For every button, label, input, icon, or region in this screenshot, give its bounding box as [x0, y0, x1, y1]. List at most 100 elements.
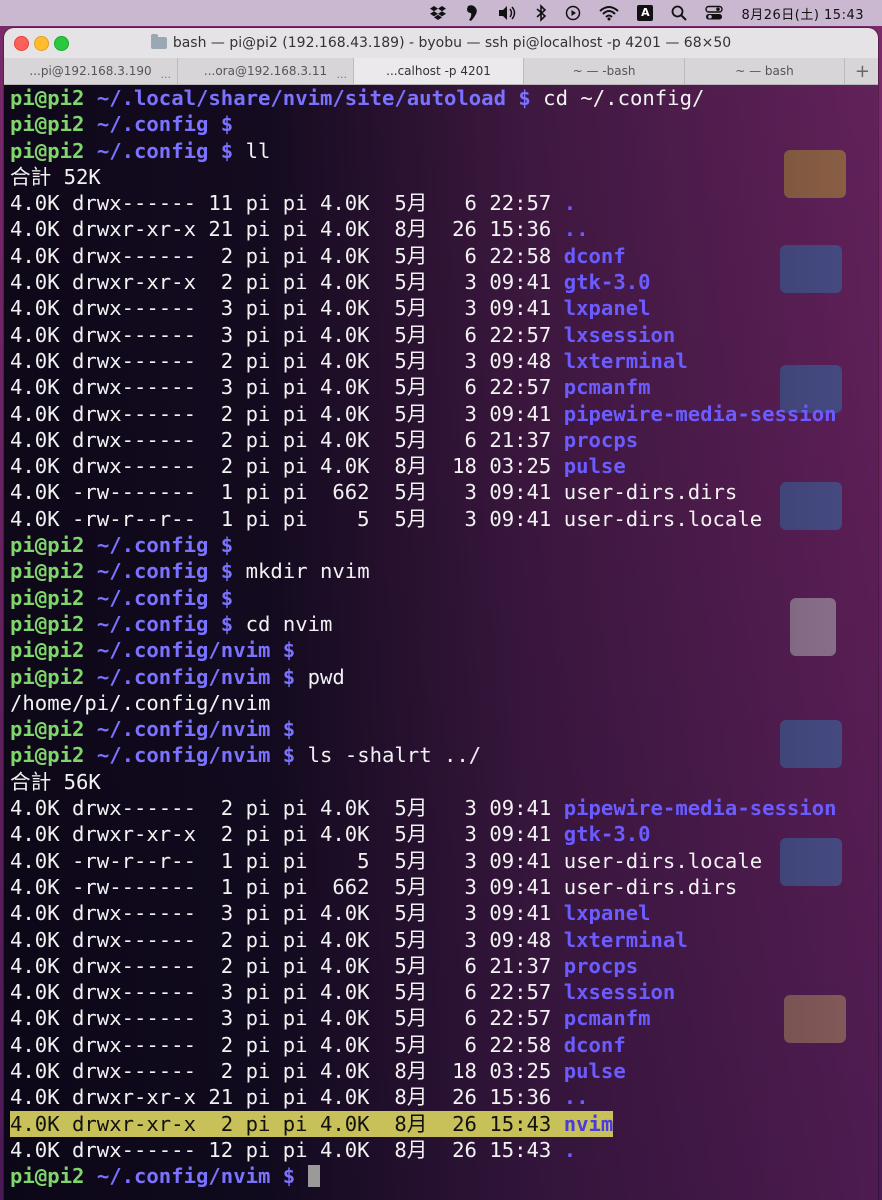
- output-line: 合計 56K: [10, 769, 878, 795]
- listing-row: 4.0K drwx------ 3 pi pi 4.0K 5月 6 22:57 …: [10, 1005, 878, 1031]
- prompt-symbol: $: [208, 533, 234, 558]
- output-line: /home/pi/.config/nvim: [10, 690, 878, 716]
- file-name: user-dirs.dirs: [563, 480, 738, 505]
- dropbox-icon[interactable]: [429, 0, 447, 26]
- prompt-user: pi@pi2: [10, 559, 85, 584]
- entry-info: 4.0K drwx------ 3 pi pi 4.0K 5月 3 09:41: [10, 901, 564, 926]
- command-text: cd nvim: [233, 611, 333, 636]
- prompt-symbol: $: [270, 743, 296, 768]
- listing-row: 4.0K drwx------ 2 pi pi 4.0K 8月 18 03:25…: [10, 453, 878, 479]
- prompt-path: ~/.config/nvim: [96, 743, 271, 768]
- tab-3-active[interactable]: ...calhost -p 4201: [354, 58, 524, 84]
- prompt-line: pi@pi2 ~/.config/nvim $ pwd: [10, 664, 878, 690]
- tab-label: ...ora@192.168.3.11: [203, 64, 328, 78]
- file-name: user-dirs.locale: [563, 848, 763, 873]
- control-center-icon[interactable]: [705, 0, 724, 26]
- command-text: mkdir nvim: [233, 559, 370, 584]
- tab-1[interactable]: ...pi@192.168.3.190 ...: [4, 58, 178, 84]
- prompt-symbol: $: [270, 1164, 296, 1189]
- tab-5[interactable]: ~ — bash: [685, 58, 845, 84]
- listing-row: 4.0K drwxr-xr-x 2 pi pi 4.0K 5月 3 09:41 …: [10, 821, 878, 847]
- entry-info: 4.0K drwx------ 3 pi pi 4.0K 5月 6 22:57: [10, 322, 564, 347]
- entry: 4.0K drwx------ 2 pi pi 4.0K 5月 3 09:41 …: [10, 796, 837, 820]
- terminal-output[interactable]: pi@pi2 ~/.local/share/nvim/site/autoload…: [4, 85, 878, 1200]
- entry-info: 4.0K drwx------ 2 pi pi 4.0K 5月 3 09:41: [10, 796, 564, 821]
- plus-icon: +: [854, 60, 870, 82]
- entry-info: 4.0K -rw-r--r-- 1 pi pi 5 5月 3 09:41: [10, 848, 564, 873]
- tab-bar: ...pi@192.168.3.190 ... ...ora@192.168.3…: [4, 58, 878, 85]
- prompt-path: ~/.config: [96, 533, 209, 558]
- directory-name: nvim: [563, 1111, 614, 1136]
- bluetooth-icon[interactable]: [535, 0, 547, 26]
- listing-row: 4.0K -rw------- 1 pi pi 662 5月 3 09:41 u…: [10, 874, 878, 900]
- entry: 4.0K drwx------ 2 pi pi 4.0K 5月 3 09:48 …: [10, 928, 688, 952]
- entry-info: 4.0K -rw-r--r-- 1 pi pi 5 5月 3 09:41: [10, 506, 564, 531]
- entry-info: 4.0K drwx------ 3 pi pi 4.0K 5月 6 22:57: [10, 980, 564, 1005]
- directory-name: gtk-3.0: [563, 270, 651, 295]
- tab-overflow-indicator: ...: [160, 68, 172, 81]
- entry: 4.0K drwx------ 3 pi pi 4.0K 5月 3 09:41 …: [10, 296, 651, 320]
- output-text: 合計 56K: [10, 769, 101, 794]
- directory-name: procps: [563, 427, 639, 452]
- output-text: 合計 52K: [10, 164, 101, 189]
- entry: 4.0K -rw------- 1 pi pi 662 5月 3 09:41 u…: [10, 875, 737, 899]
- minimize-button[interactable]: [34, 36, 49, 51]
- entry-info: 4.0K drwx------ 3 pi pi 4.0K 5月 6 22:57: [10, 375, 564, 400]
- prompt-line: pi@pi2 ~/.config/nvim $: [10, 637, 878, 663]
- entry-info: 4.0K drwx------ 2 pi pi 4.0K 5月 6 22:58: [10, 1032, 564, 1057]
- zoom-button[interactable]: [54, 36, 69, 51]
- tab-label: ~ — bash: [735, 64, 794, 78]
- entry: 4.0K drwx------ 2 pi pi 4.0K 5月 6 21:37 …: [10, 428, 638, 452]
- directory-name: pcmanfm: [563, 375, 651, 400]
- spotlight-search-icon[interactable]: [671, 0, 688, 26]
- input-method-indicator[interactable]: A: [637, 0, 654, 26]
- entry: 4.0K drwx------ 2 pi pi 4.0K 5月 6 22:58 …: [10, 1033, 626, 1057]
- tab-overflow-indicator: ...: [336, 68, 348, 81]
- play-circle-icon[interactable]: [565, 0, 581, 26]
- entry: 4.0K drwx------ 11 pi pi 4.0K 5月 6 22:57…: [10, 191, 576, 215]
- evernote-icon[interactable]: [465, 0, 479, 26]
- command-text: [295, 1164, 307, 1188]
- prompt-path: ~/.config: [96, 112, 209, 137]
- entry: 4.0K drwxr-xr-x 21 pi pi 4.0K 8月 26 15:3…: [10, 1085, 589, 1109]
- entry-info: 4.0K drwx------ 11 pi pi 4.0K 5月 6 22:57: [10, 191, 564, 216]
- tab-2[interactable]: ...ora@192.168.3.11 ...: [178, 58, 354, 84]
- menubar-clock[interactable]: 8月26日(土) 15:43: [741, 0, 864, 26]
- directory-name: pulse: [563, 1058, 626, 1083]
- wifi-icon[interactable]: [599, 0, 620, 26]
- window-titlebar[interactable]: bash — pi@pi2 (192.168.43.189) - byobu —…: [4, 28, 878, 58]
- tab-label: ...calhost -p 4201: [386, 64, 491, 78]
- prompt-symbol: $: [270, 638, 296, 663]
- prompt-user: pi@pi2: [10, 533, 85, 558]
- directory-name: gtk-3.0: [563, 822, 651, 847]
- listing-row: 4.0K drwx------ 2 pi pi 4.0K 5月 6 21:37 …: [10, 953, 878, 979]
- tab-4[interactable]: ~ — -bash: [524, 58, 685, 84]
- directory-name: lxpanel: [563, 296, 651, 321]
- listing-row: 4.0K drwx------ 3 pi pi 4.0K 5月 6 22:57 …: [10, 322, 878, 348]
- listing-row: 4.0K drwx------ 3 pi pi 4.0K 5月 3 09:41 …: [10, 900, 878, 926]
- entry-info: 4.0K drwxr-xr-x 2 pi pi 4.0K 5月 3 09:41: [10, 270, 564, 295]
- new-tab-button[interactable]: +: [845, 58, 878, 84]
- volume-icon[interactable]: [497, 0, 517, 26]
- entry: 4.0K drwx------ 2 pi pi 4.0K 5月 6 22:58 …: [10, 244, 626, 268]
- entry-info: 4.0K -rw------- 1 pi pi 662 5月 3 09:41: [10, 480, 564, 505]
- directory-name: .: [563, 1137, 577, 1162]
- entry-info: 4.0K drwx------ 3 pi pi 4.0K 5月 6 22:57: [10, 1006, 564, 1031]
- prompt-path: ~/.config: [96, 611, 209, 636]
- entry: 4.0K drwx------ 2 pi pi 4.0K 5月 3 09:41 …: [10, 402, 837, 426]
- prompt-line: pi@pi2 ~/.local/share/nvim/site/autoload…: [10, 85, 878, 111]
- prompt-path: ~/.config/nvim: [96, 664, 271, 689]
- entry: 4.0K drwx------ 3 pi pi 4.0K 5月 6 22:57 …: [10, 1006, 651, 1030]
- prompt-line: pi@pi2 ~/.config $: [10, 532, 878, 558]
- close-button[interactable]: [14, 36, 29, 51]
- entry-info: 4.0K drwxr-xr-x 21 pi pi 4.0K 8月 26 15:3…: [10, 217, 564, 242]
- entry: 4.0K drwx------ 3 pi pi 4.0K 5月 6 22:57 …: [10, 980, 675, 1004]
- directory-name: lxsession: [563, 322, 676, 347]
- directory-name: procps: [563, 953, 639, 978]
- prompt-symbol: $: [208, 138, 234, 163]
- file-name: user-dirs.locale: [563, 506, 763, 531]
- prompt-user: pi@pi2: [10, 86, 85, 110]
- prompt-user: pi@pi2: [10, 585, 85, 610]
- text-cursor: [307, 1165, 320, 1188]
- entry-info: 4.0K drwx------ 2 pi pi 4.0K 5月 6 22:58: [10, 243, 564, 268]
